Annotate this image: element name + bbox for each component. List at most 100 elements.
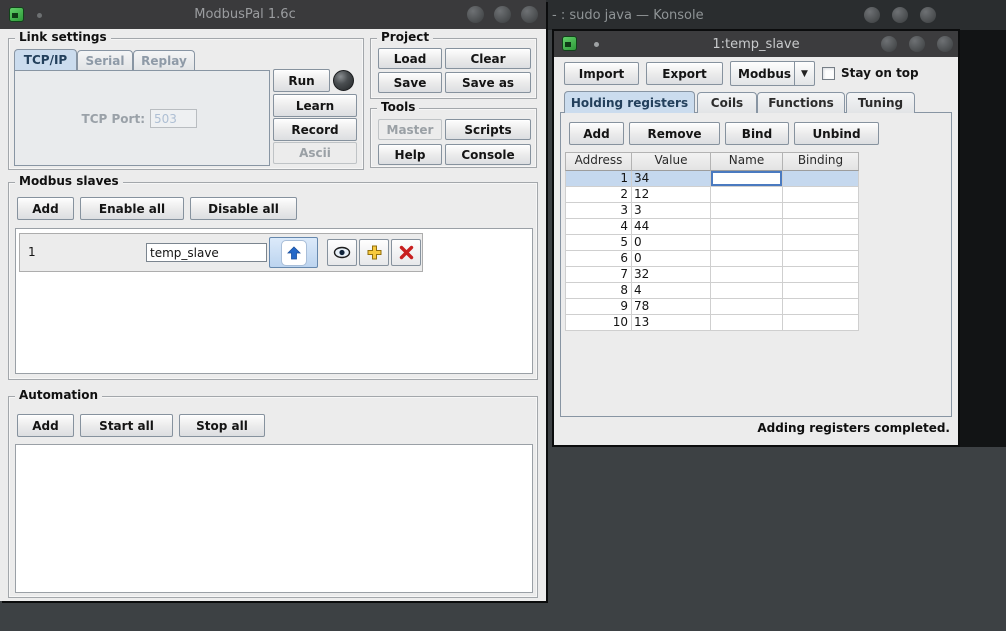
cell-name[interactable] — [711, 187, 783, 203]
record-button[interactable]: Record — [273, 118, 357, 141]
modbus-mode-select[interactable]: Modbus ▼ — [730, 61, 815, 86]
remove-register-button[interactable]: Remove — [629, 122, 720, 145]
cell-binding[interactable] — [783, 315, 859, 331]
cell-name[interactable] — [711, 267, 783, 283]
export-button[interactable]: Export — [646, 62, 723, 85]
table-row[interactable]: 134 — [565, 171, 859, 187]
table-row[interactable]: 444 — [565, 219, 859, 235]
clear-button[interactable]: Clear — [445, 48, 531, 69]
cell-value[interactable]: 0 — [632, 251, 711, 267]
slave-add-automation-button[interactable] — [359, 239, 389, 266]
save-as-button[interactable]: Save as — [445, 72, 531, 93]
cell-binding[interactable] — [783, 267, 859, 283]
cell-value[interactable]: 4 — [632, 283, 711, 299]
add-automation-button[interactable]: Add — [17, 414, 74, 437]
run-button[interactable]: Run — [273, 69, 330, 92]
console-button[interactable]: Console — [445, 144, 531, 165]
slave-row[interactable]: 1 — [19, 233, 423, 272]
column-header-address[interactable]: Address — [565, 152, 632, 171]
ascii-button[interactable]: Ascii — [273, 142, 357, 164]
unbind-button[interactable]: Unbind — [794, 122, 879, 145]
add-slave-button[interactable]: Add — [17, 197, 74, 220]
cell-name[interactable] — [711, 315, 783, 331]
tab-functions[interactable]: Functions — [757, 92, 845, 113]
cell-binding[interactable] — [783, 283, 859, 299]
minimize-button[interactable] — [864, 7, 880, 23]
close-button[interactable] — [937, 36, 953, 52]
cell-binding[interactable] — [783, 251, 859, 267]
close-button[interactable] — [920, 7, 936, 23]
cell-name[interactable] — [711, 219, 783, 235]
table-row[interactable]: 60 — [565, 251, 859, 267]
cell-binding[interactable] — [783, 187, 859, 203]
load-button[interactable]: Load — [378, 48, 442, 69]
cell-value[interactable]: 44 — [632, 219, 711, 235]
cell-binding[interactable] — [783, 235, 859, 251]
cell-name[interactable] — [711, 171, 783, 187]
chevron-down-icon[interactable]: ▼ — [794, 62, 814, 85]
cell-value[interactable]: 13 — [632, 315, 711, 331]
table-row[interactable]: 978 — [565, 299, 859, 315]
cell-address[interactable]: 4 — [565, 219, 632, 235]
cell-address[interactable]: 8 — [565, 283, 632, 299]
tab-holding-registers[interactable]: Holding registers — [564, 91, 695, 113]
tab-serial[interactable]: Serial — [77, 50, 133, 70]
save-button[interactable]: Save — [378, 72, 442, 93]
cell-address[interactable]: 5 — [565, 235, 632, 251]
cell-name[interactable] — [711, 283, 783, 299]
cell-binding[interactable] — [783, 171, 859, 187]
start-all-button[interactable]: Start all — [80, 414, 173, 437]
add-register-button[interactable]: Add — [569, 122, 624, 145]
cell-binding[interactable] — [783, 299, 859, 315]
maximize-button[interactable] — [892, 7, 908, 23]
table-row[interactable]: 732 — [565, 267, 859, 283]
cell-address[interactable]: 2 — [565, 187, 632, 203]
slave-visibility-button[interactable] — [327, 239, 357, 266]
table-row[interactable]: 84 — [565, 283, 859, 299]
table-row[interactable]: 50 — [565, 235, 859, 251]
stop-all-button[interactable]: Stop all — [179, 414, 265, 437]
import-button[interactable]: Import — [564, 62, 639, 85]
disable-all-button[interactable]: Disable all — [190, 197, 297, 220]
master-button[interactable]: Master — [378, 119, 442, 140]
cell-value[interactable]: 0 — [632, 235, 711, 251]
table-row[interactable]: 212 — [565, 187, 859, 203]
stay-on-top-checkbox[interactable] — [822, 67, 835, 80]
tab-replay[interactable]: Replay — [133, 50, 195, 70]
minimize-button[interactable] — [881, 36, 897, 52]
column-header-binding[interactable]: Binding — [783, 152, 859, 171]
cell-value[interactable]: 78 — [632, 299, 711, 315]
modbuspal-titlebar[interactable]: ModbusPal 1.6c — [0, 0, 546, 29]
cell-name[interactable] — [711, 235, 783, 251]
tab-tuning[interactable]: Tuning — [846, 92, 915, 113]
cell-address[interactable]: 10 — [565, 315, 632, 331]
close-button[interactable] — [521, 6, 538, 23]
cell-address[interactable]: 3 — [565, 203, 632, 219]
cell-address[interactable]: 6 — [565, 251, 632, 267]
column-header-name[interactable]: Name — [711, 152, 783, 171]
slave-enable-toggle[interactable] — [269, 237, 318, 268]
maximize-button[interactable] — [909, 36, 925, 52]
cell-value[interactable]: 34 — [632, 171, 711, 187]
enable-all-button[interactable]: Enable all — [80, 197, 184, 220]
cell-address[interactable]: 7 — [565, 267, 632, 283]
cell-address[interactable]: 1 — [565, 171, 632, 187]
cell-binding[interactable] — [783, 219, 859, 235]
cell-binding[interactable] — [783, 203, 859, 219]
scripts-button[interactable]: Scripts — [445, 119, 531, 140]
cell-value[interactable]: 3 — [632, 203, 711, 219]
cell-address[interactable]: 9 — [565, 299, 632, 315]
table-row[interactable]: 33 — [565, 203, 859, 219]
slave-titlebar[interactable]: 1:temp_slave — [554, 31, 958, 57]
cell-name[interactable] — [711, 203, 783, 219]
tab-tcpip[interactable]: TCP/IP — [14, 49, 77, 70]
slave-delete-button[interactable] — [391, 239, 421, 266]
table-row[interactable]: 1013 — [565, 315, 859, 331]
maximize-button[interactable] — [494, 6, 511, 23]
bind-button[interactable]: Bind — [725, 122, 789, 145]
learn-button[interactable]: Learn — [273, 94, 357, 117]
slave-name-input[interactable] — [146, 243, 267, 262]
help-button[interactable]: Help — [378, 144, 442, 165]
tcp-port-input[interactable] — [150, 109, 197, 128]
column-header-value[interactable]: Value — [632, 152, 711, 171]
